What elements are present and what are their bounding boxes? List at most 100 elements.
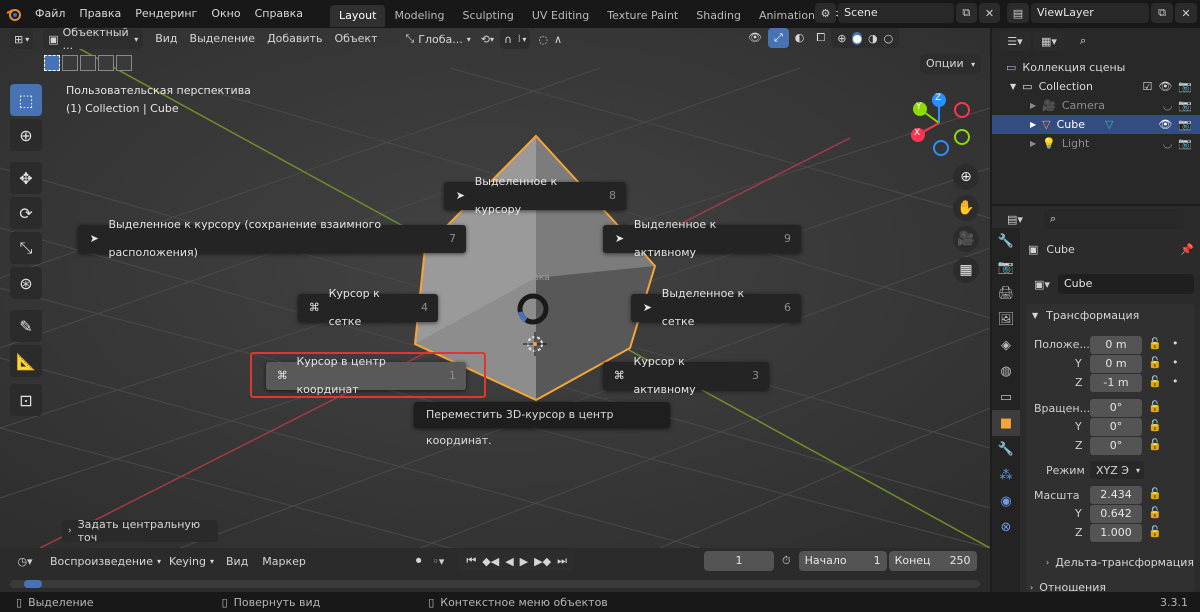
constraints-tab-icon[interactable]: ⊗ (992, 514, 1020, 540)
viewlayer-field[interactable]: ViewLayer (1031, 3, 1149, 23)
lock-icon[interactable]: 🔓 (1148, 438, 1162, 451)
scene-icon[interactable]: ⚙ (815, 3, 837, 23)
physics-tab-icon[interactable]: ◉ (992, 488, 1020, 514)
options-dropdown[interactable]: Опции ▾ (920, 54, 982, 74)
world-tab-icon[interactable]: ◍ (992, 358, 1020, 384)
outliner-item-camera[interactable]: ▶ 🎥 Camera ◡ 📷 (992, 96, 1200, 115)
menu-select[interactable]: Выделение (184, 29, 262, 49)
rendered-shading-icon[interactable]: ○ (884, 32, 894, 45)
snap-toggle[interactable]: ∩ ⧘ ▾ (500, 29, 531, 49)
lock-icon[interactable]: 🔓 (1148, 525, 1162, 538)
playback-menu[interactable]: Воспроизведение ▾ (50, 555, 161, 568)
camera-render-icon[interactable]: 📷 (1178, 96, 1192, 115)
checkbox-icon[interactable]: ☑ (1142, 77, 1152, 96)
eye-closed-icon[interactable]: ◡ (1163, 134, 1173, 153)
add-cube-tool-icon[interactable]: ⊡ (10, 384, 42, 416)
new-viewlayer-icon[interactable]: ⧉ (1151, 3, 1173, 23)
tab-layout[interactable]: Layout (330, 4, 386, 27)
lock-icon[interactable]: 🔓 (1148, 419, 1162, 432)
rotation-x-field[interactable]: 0° (1090, 399, 1142, 417)
rotation-mode-dropdown[interactable]: XYZ Э ▾ (1090, 461, 1144, 479)
material-shading-icon[interactable]: ◑ (868, 32, 878, 45)
tab-sculpting[interactable]: Sculpting (454, 5, 523, 27)
scene-field[interactable]: Scene (838, 3, 954, 23)
tool-tab-icon[interactable]: 🔧 (992, 228, 1020, 254)
tab-uv-editing[interactable]: UV Editing (523, 5, 598, 27)
location-y-field[interactable]: 0 m (1090, 355, 1142, 373)
gizmo-toggle-icon[interactable]: ⤢ (767, 28, 789, 48)
object-name-field[interactable]: Cube (1058, 274, 1194, 294)
start-frame-field[interactable]: Начало 1 (798, 551, 887, 571)
pie-item-cursor-to-grid[interactable]: ⌘ Курсор к сетке 4 (298, 287, 438, 328)
rotate-tool-icon[interactable]: ⟳ (10, 197, 42, 229)
outliner-item-cube[interactable]: ▶ ▽ Cube ▽ 👁 📷 (992, 115, 1200, 134)
marker-menu[interactable]: Маркер (262, 555, 306, 568)
menu-render[interactable]: Рендеринг (128, 0, 204, 28)
select-subtract-icon[interactable] (80, 55, 96, 71)
outliner-item-light[interactable]: ▶ 💡 Light ◡ 📷 (992, 134, 1200, 153)
collection-row[interactable]: ▼ ▭ Collection ☑ 👁 📷 (992, 77, 1200, 96)
current-frame-field[interactable]: 1 (703, 551, 774, 571)
pan-hand-icon[interactable]: ✋ (953, 195, 979, 221)
outliner-search-input[interactable]: ⌕ (1074, 31, 1186, 51)
pie-item-cursor-to-world-origin[interactable]: ⌘ Курсор в центр координат 1 (266, 355, 466, 396)
location-x-field[interactable]: 0 m (1090, 336, 1142, 354)
proportional-edit-toggle[interactable]: ◌ ∧ (538, 33, 562, 46)
delta-transform-header[interactable]: › Дельта-трансформация (1046, 556, 1194, 569)
lock-icon[interactable]: 🔓 (1148, 506, 1162, 519)
delete-viewlayer-icon[interactable]: ✕ (1175, 3, 1197, 23)
eye-closed-icon[interactable]: ◡ (1163, 96, 1173, 115)
pie-item-selection-to-cursor-offset[interactable]: ➤ Выделенное к курсору (сохранение взаим… (78, 218, 466, 259)
select-invert-icon[interactable] (98, 55, 114, 71)
navigation-gizmo[interactable]: Z Y X (906, 90, 972, 156)
select-intersect-icon[interactable] (116, 55, 132, 71)
solid-shading-icon[interactable]: ● (852, 31, 863, 45)
lock-icon[interactable]: 🔓 (1148, 337, 1162, 350)
pin-icon[interactable]: 📌 (1180, 243, 1194, 256)
eye-icon[interactable]: 👁 (1158, 115, 1172, 134)
transform-tool-icon[interactable]: ⊛ (10, 267, 42, 299)
timeline-view-menu[interactable]: Вид (226, 555, 248, 568)
menu-add[interactable]: Добавить (261, 29, 328, 49)
keying-set-icon[interactable]: ◦▾ (427, 551, 450, 571)
new-scene-icon[interactable]: ⧉ (955, 3, 977, 23)
scene-tab-icon[interactable]: ◈ (992, 332, 1020, 358)
tab-animation[interactable]: Animation (750, 5, 824, 27)
xray-icon[interactable]: ⧠ (810, 28, 831, 48)
visibility-eye-icon[interactable]: 👁 (742, 28, 768, 48)
relations-header[interactable]: › Отношения (1030, 582, 1106, 592)
end-frame-field[interactable]: Конец 250 (888, 551, 977, 571)
lock-icon[interactable]: 🔓 (1148, 400, 1162, 413)
rotation-z-field[interactable]: 0° (1090, 437, 1142, 455)
modifier-tab-icon[interactable]: 🔧 (992, 436, 1020, 462)
properties-search-input[interactable]: ⌕ (1044, 209, 1184, 229)
camera-render-icon[interactable]: 📷 (1178, 134, 1192, 153)
scale-y-field[interactable]: 0.642 (1090, 505, 1142, 523)
menu-file[interactable]: Файл (28, 0, 72, 28)
tab-shading[interactable]: Shading (687, 5, 750, 27)
transform-header[interactable]: ▼ Трансформация (1026, 304, 1194, 326)
camera-render-icon[interactable]: 📷 (1178, 115, 1192, 134)
properties-editor-icon[interactable]: ▤▾ (1000, 209, 1030, 229)
lock-icon[interactable]: 🔓 (1148, 356, 1162, 369)
tab-modeling[interactable]: Modeling (385, 5, 453, 27)
keyframe-dot-icon[interactable]: • (1172, 375, 1179, 388)
pie-item-selection-to-active[interactable]: ➤ Выделенное к активному 9 (603, 218, 801, 259)
select-box-tool-icon[interactable]: ⬚ (10, 84, 42, 116)
pie-item-selection-to-grid[interactable]: ➤ Выделенное к сетке 6 (631, 287, 801, 328)
delete-scene-icon[interactable]: ✕ (978, 3, 1000, 23)
timeline-editor-icon[interactable]: ◷▾ (10, 551, 40, 571)
viewlayer-icon[interactable]: ▤ (1007, 3, 1029, 23)
playhead-indicator[interactable] (24, 580, 42, 588)
keyframe-dot-icon[interactable]: • (1172, 337, 1179, 350)
menu-window[interactable]: Окно (204, 0, 247, 28)
eye-icon[interactable]: 👁 (1158, 77, 1172, 96)
tab-texture-paint[interactable]: Texture Paint (598, 5, 687, 27)
prev-keyframe-icon[interactable]: ◆◀ (482, 555, 499, 568)
overlays-icon[interactable]: ◐ (789, 28, 811, 48)
perspective-toggle-icon[interactable]: ▦ (953, 257, 979, 283)
menu-help[interactable]: Справка (248, 0, 310, 28)
move-tool-icon[interactable]: ✥ (10, 162, 42, 194)
keyframe-dot-icon[interactable]: • (1172, 356, 1179, 369)
rotation-y-field[interactable]: 0° (1090, 418, 1142, 436)
